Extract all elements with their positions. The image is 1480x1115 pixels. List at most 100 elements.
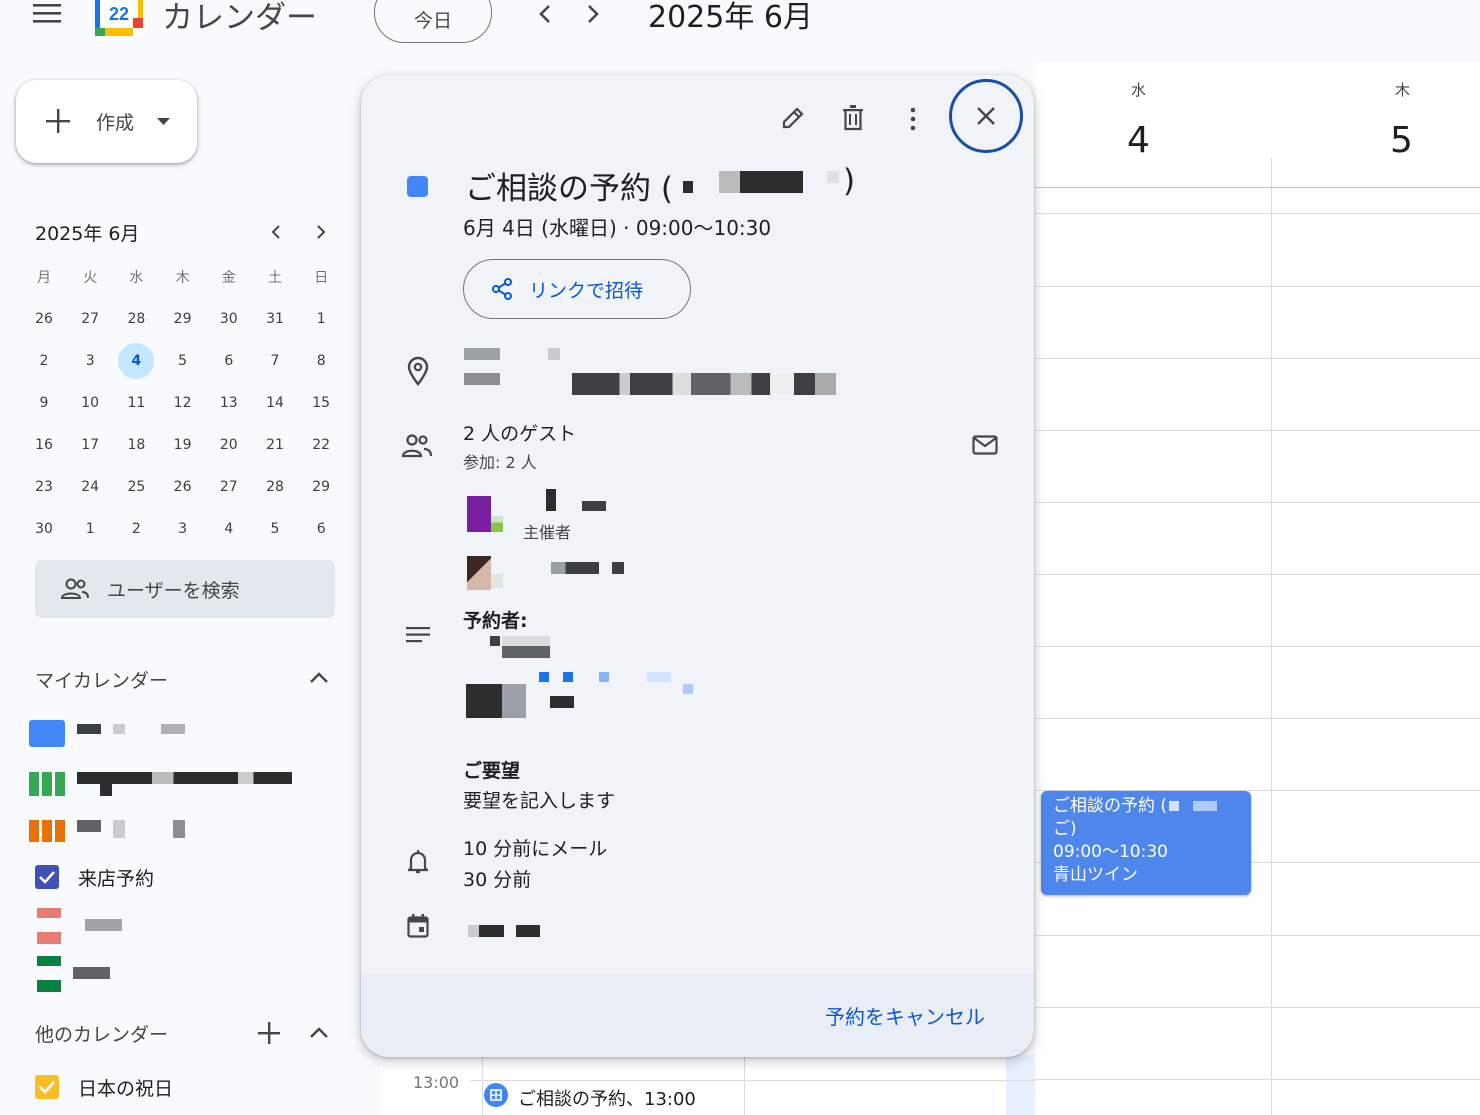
time-label: 13:00: [413, 1073, 460, 1092]
redacted-text: [113, 724, 125, 734]
cancel-booking-link[interactable]: 予約をキャンセル: [825, 1001, 985, 1030]
next-period-icon[interactable]: [584, 4, 602, 24]
mini-calendar-day[interactable]: 2: [118, 511, 154, 547]
lower-hour-line: [470, 1080, 1035, 1081]
checkmark-icon: [39, 1081, 55, 1094]
appointment-slot[interactable]: ご相談の予約、13:00: [518, 1085, 696, 1111]
mini-calendar-day[interactable]: 10: [72, 385, 108, 421]
delete-icon[interactable]: [842, 105, 864, 131]
mini-calendar-day[interactable]: 22: [303, 427, 339, 463]
redacted-name: [551, 562, 599, 574]
mini-calendar-day[interactable]: 9: [26, 385, 62, 421]
guests-count: 2 人のゲスト: [463, 423, 577, 445]
mini-calendar-day[interactable]: 25: [118, 469, 154, 505]
redacted-text: [827, 171, 839, 183]
mini-calendar-day[interactable]: 16: [26, 427, 62, 463]
mini-calendar-day[interactable]: 6: [211, 343, 247, 379]
mini-calendar-day[interactable]: 6: [303, 511, 339, 547]
edit-icon[interactable]: [780, 105, 806, 131]
calendar-color-indicator: [407, 176, 428, 197]
hour-line: [1035, 430, 1480, 431]
day-column-divider: [1271, 158, 1272, 1115]
request-text: 要望を記入します: [463, 790, 616, 812]
mini-calendar-day[interactable]: 23: [26, 469, 62, 505]
guests-icon: [401, 433, 433, 459]
mini-calendar-day[interactable]: 2: [26, 343, 62, 379]
event-details-dialog: ご相談の予約 ( ) 6月 4日 (水曜日) · 09:00〜10:30 リンク…: [361, 75, 1034, 1057]
mini-calendar-day[interactable]: 13: [211, 385, 247, 421]
mini-calendar-day[interactable]: 29: [165, 301, 201, 337]
calendar-color-swatch[interactable]: [29, 820, 65, 842]
event-title-close: ): [843, 163, 856, 199]
redacted-text: [77, 820, 101, 832]
hour-line: [1035, 646, 1480, 647]
mini-calendar-day[interactable]: 29: [303, 469, 339, 505]
week-grid[interactable]: [1035, 62, 1480, 1115]
holiday-calendar-checkbox[interactable]: [35, 1075, 59, 1099]
hour-line: [1035, 1007, 1480, 1008]
email-guests-icon[interactable]: [972, 435, 998, 455]
day-header-date[interactable]: 5: [1390, 120, 1413, 161]
calendar-color-swatch[interactable]: [37, 956, 61, 992]
today-button[interactable]: 今日: [374, 0, 492, 43]
mini-calendar-day[interactable]: 14: [257, 385, 293, 421]
mini-calendar-day[interactable]: 5: [257, 511, 293, 547]
mini-calendar-day[interactable]: 26: [26, 301, 62, 337]
mini-calendar-day[interactable]: 30: [211, 301, 247, 337]
add-calendar-icon[interactable]: [258, 1022, 280, 1044]
redacted-text: [100, 784, 112, 796]
mini-calendar-day[interactable]: 4: [211, 511, 247, 547]
redacted-location: [572, 373, 836, 395]
calendar-checkbox[interactable]: [35, 865, 59, 889]
mini-calendar-weekday: 土: [268, 270, 282, 286]
mini-calendar-day[interactable]: 28: [257, 469, 293, 505]
guest-avatar[interactable]: [467, 496, 491, 532]
close-button[interactable]: [949, 79, 1023, 153]
mini-calendar-day[interactable]: 3: [72, 343, 108, 379]
mini-calendar-day[interactable]: 12: [165, 385, 201, 421]
my-calendars-title[interactable]: マイカレンダー: [35, 666, 168, 693]
mini-calendar-day[interactable]: 5: [165, 343, 201, 379]
mini-calendar-day[interactable]: 21: [257, 427, 293, 463]
mini-calendar-day[interactable]: 27: [72, 301, 108, 337]
hour-line: [1035, 1079, 1480, 1080]
guest-avatar[interactable]: [467, 556, 491, 590]
calendar-color-swatch[interactable]: [37, 908, 61, 944]
mini-calendar-day[interactable]: 8: [303, 343, 339, 379]
mini-calendar-day[interactable]: 11: [118, 385, 154, 421]
mini-calendar-day[interactable]: 27: [211, 469, 247, 505]
mini-calendar-day[interactable]: 26: [165, 469, 201, 505]
mini-calendar-day[interactable]: 15: [303, 385, 339, 421]
mini-calendar-day[interactable]: 17: [72, 427, 108, 463]
mini-calendar-weekday: 月: [37, 270, 51, 286]
mini-calendar-day[interactable]: 28: [118, 301, 154, 337]
invite-via-link-button[interactable]: リンクで招待: [463, 259, 691, 319]
mini-calendar-day[interactable]: 1: [72, 511, 108, 547]
mini-calendar-day[interactable]: 3: [165, 511, 201, 547]
calendar-color-swatch[interactable]: [29, 720, 65, 747]
day-header-date[interactable]: 4: [1127, 120, 1150, 161]
calendar-event[interactable]: ご相談の予約 ( ご) 09:00〜10:30 青山ツイン: [1041, 791, 1251, 895]
redacted-link: [647, 672, 671, 682]
hour-line: [1035, 502, 1480, 503]
calendar-color-swatch[interactable]: [29, 772, 65, 796]
mini-calendar-day[interactable]: 30: [26, 511, 62, 547]
other-calendars-title[interactable]: 他のカレンダー: [35, 1020, 168, 1047]
mini-calendar-day[interactable]: 19: [165, 427, 201, 463]
chevron-up-icon[interactable]: [309, 672, 329, 684]
hour-line: [1035, 718, 1480, 719]
search-users-button[interactable]: ユーザーを検索: [35, 560, 335, 618]
chevron-up-icon[interactable]: [309, 1027, 329, 1039]
mini-calendar-day[interactable]: 7: [257, 343, 293, 379]
mini-calendar-day[interactable]: 18: [118, 427, 154, 463]
mini-calendar-selected-day[interactable]: 4: [118, 343, 155, 379]
mini-calendar-day[interactable]: 1: [303, 301, 339, 337]
mini-calendar-day[interactable]: 31: [257, 301, 293, 337]
more-options-icon[interactable]: [909, 107, 917, 131]
prev-period-icon[interactable]: [536, 4, 554, 24]
mini-calendar-day[interactable]: 24: [72, 469, 108, 505]
redacted-text: [73, 967, 110, 979]
mini-calendar-day[interactable]: 20: [211, 427, 247, 463]
redacted-link: [683, 684, 693, 694]
mini-calendar-weekday: 火: [83, 270, 98, 286]
